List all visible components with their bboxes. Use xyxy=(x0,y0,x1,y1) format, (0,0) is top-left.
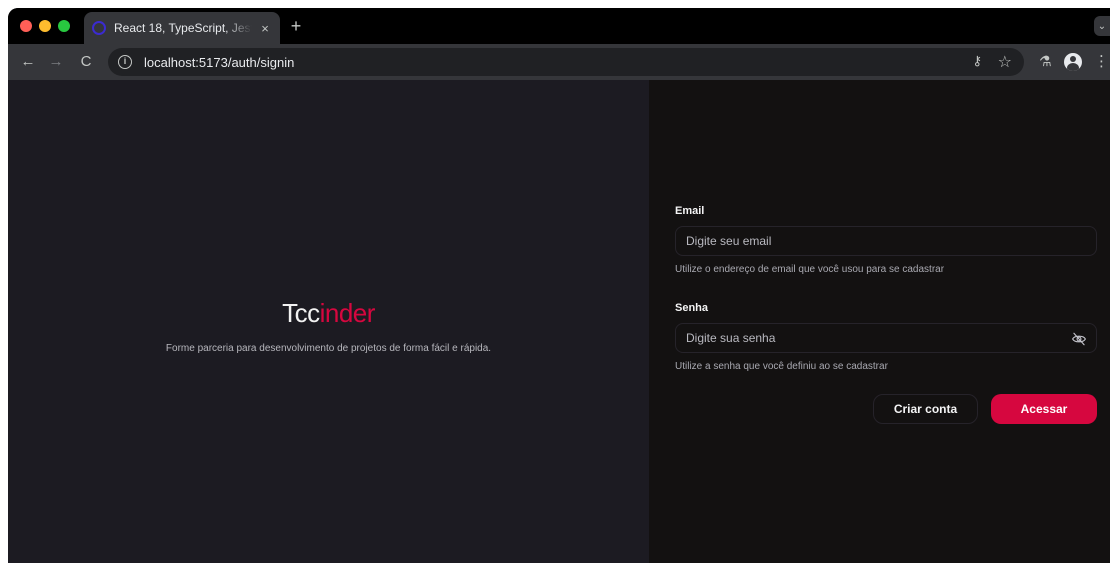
email-hint: Utilize o endereço de email que você uso… xyxy=(675,264,945,275)
create-account-button[interactable]: Criar conta xyxy=(873,394,978,424)
brand-logo: Tccinder xyxy=(8,298,649,329)
toggle-password-visibility-icon[interactable] xyxy=(1071,332,1087,346)
brand-panel: Tccinder Forme parceria para desenvolvim… xyxy=(8,80,649,563)
new-tab-button[interactable]: + xyxy=(286,16,306,36)
url-text[interactable]: localhost:5173/auth/signin xyxy=(144,55,294,70)
submit-login-button[interactable]: Acessar xyxy=(991,394,1097,424)
profile-avatar-icon[interactable] xyxy=(1064,53,1082,71)
signin-panel: Email Utilize o endereço de email que vo… xyxy=(649,80,1110,563)
brand-tagline: Forme parceria para desenvolvimento de p… xyxy=(165,343,492,354)
browser-toolbar: ← → C i localhost:5173/auth/signin ⚷ ☆ ⚗… xyxy=(8,44,1110,80)
tab-title: React 18, TypeScript, Jest, Te xyxy=(114,21,252,35)
email-field[interactable] xyxy=(675,226,1097,256)
password-field[interactable] xyxy=(675,323,1097,353)
maximize-window-button[interactable] xyxy=(58,20,70,32)
email-label: Email xyxy=(675,205,705,217)
brand-name-part2: inder xyxy=(319,298,376,328)
tab-search-button[interactable]: ⌄ xyxy=(1094,16,1110,36)
minimize-window-button[interactable] xyxy=(39,20,51,32)
address-bar[interactable]: i localhost:5173/auth/signin ⚷ ☆ xyxy=(108,48,1024,76)
forward-arrow-icon[interactable]: → xyxy=(46,52,66,72)
password-label: Senha xyxy=(675,302,709,314)
browser-tab[interactable]: React 18, TypeScript, Jest, Te × xyxy=(84,12,280,44)
close-tab-icon[interactable]: × xyxy=(258,21,272,36)
browser-window: React 18, TypeScript, Jest, Te × + ⌄ ← →… xyxy=(8,8,1110,563)
password-hint: Utilize a senha que você definiu ao se c… xyxy=(675,361,888,372)
brand-name-part1: Tcc xyxy=(282,298,320,328)
menu-kebab-icon[interactable]: ⋮ xyxy=(1094,52,1109,70)
reload-icon[interactable]: C xyxy=(76,52,96,72)
labs-flask-icon[interactable]: ⚗ xyxy=(1039,53,1052,70)
back-arrow-icon[interactable]: ← xyxy=(18,52,38,72)
tab-strip: React 18, TypeScript, Jest, Te × + ⌄ xyxy=(8,8,1110,44)
site-info-icon[interactable]: i xyxy=(118,55,132,69)
favicon-icon xyxy=(92,21,106,35)
page-content: Tccinder Forme parceria para desenvolvim… xyxy=(8,80,1110,563)
password-key-icon[interactable]: ⚷ xyxy=(972,53,982,69)
close-window-button[interactable] xyxy=(20,20,32,32)
bookmark-star-icon[interactable]: ☆ xyxy=(998,52,1012,72)
